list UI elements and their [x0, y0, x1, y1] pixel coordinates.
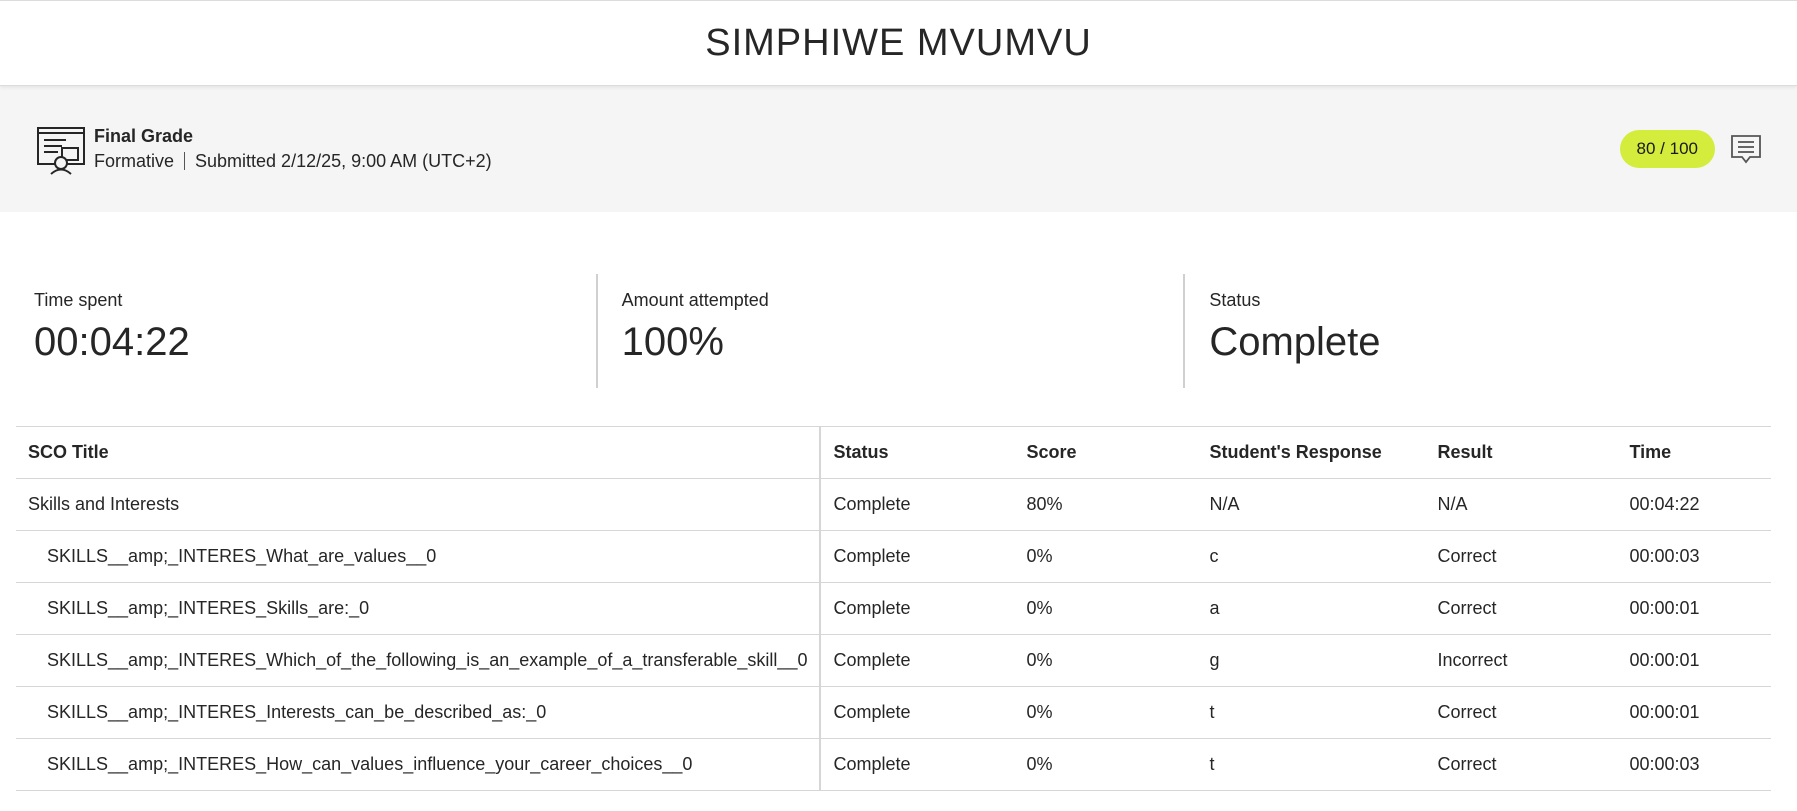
header-status: Status: [820, 426, 1015, 479]
cell-time: 00:00:03: [1617, 738, 1771, 791]
stat-label: Amount attempted: [621, 290, 769, 310]
cell-status: Complete: [820, 738, 1015, 791]
stat-amount-attempted: Amount attempted 100%: [595, 274, 1184, 388]
sco-table: SCO Title Status Score Student's Respons…: [16, 426, 1771, 791]
cell-response: t: [1197, 738, 1426, 791]
grade-subtitle: Formative Submitted 2/12/25, 9:00 AM (UT…: [94, 148, 492, 174]
cell-status: Complete: [820, 530, 1015, 583]
cell-status: Complete: [820, 582, 1015, 635]
header-result: Result: [1425, 426, 1618, 479]
cell-result: Incorrect: [1425, 634, 1618, 687]
table-row: SKILLS__amp;_INTERES_Interests_can_be_de…: [16, 686, 1771, 739]
grade-title: Final Grade: [94, 126, 194, 146]
cell-result: Correct: [1425, 738, 1618, 791]
cell-title: SKILLS__amp;_INTERES_Skills_are:_0: [16, 582, 822, 635]
cell-result: Correct: [1425, 530, 1618, 583]
stat-value: 00:04:22: [34, 320, 190, 364]
table-row: SKILLS__amp;_INTERES_Which_of_the_follow…: [16, 634, 1771, 687]
grade-actions: 80 / 100: [1619, 130, 1763, 168]
cell-result: N/A: [1425, 478, 1618, 531]
cell-title: SKILLS__amp;_INTERES_Which_of_the_follow…: [16, 634, 822, 687]
cell-title: Skills and Interests: [16, 478, 822, 531]
divider: [184, 152, 186, 170]
cell-result: Correct: [1425, 582, 1618, 635]
cell-score: 0%: [1014, 582, 1198, 635]
cell-score: 0%: [1014, 686, 1198, 739]
cell-result: Correct: [1425, 686, 1618, 739]
header-time: Time: [1617, 426, 1771, 479]
grade-info: Final Grade Formative Submitted 2/12/25,…: [94, 124, 492, 174]
header-response: Student's Response: [1197, 426, 1426, 479]
table-row: SKILLS__amp;_INTERES_How_can_values_infl…: [16, 738, 1771, 791]
stat-time-spent: Time spent 00:04:22: [16, 274, 596, 388]
cell-response: t: [1197, 686, 1426, 739]
cell-title: SKILLS__amp;_INTERES_Interests_can_be_de…: [16, 686, 822, 739]
cell-time: 00:00:01: [1617, 634, 1771, 687]
page-header: SIMPHIWE MVUMVU: [0, 0, 1797, 86]
cell-response: g: [1197, 634, 1426, 687]
cell-time: 00:00:03: [1617, 530, 1771, 583]
cell-title: SKILLS__amp;_INTERES_What_are_values__0: [16, 530, 822, 583]
stat-status: Status Complete: [1183, 274, 1771, 388]
cell-title: SKILLS__amp;_INTERES_How_can_values_infl…: [16, 738, 822, 791]
student-name: SIMPHIWE MVUMVU: [705, 21, 1092, 64]
submitted-date: Submitted 2/12/25, 9:00 AM (UTC+2): [195, 151, 492, 171]
cell-status: Complete: [820, 634, 1015, 687]
cell-score: 0%: [1014, 738, 1198, 791]
cell-time: 00:00:01: [1617, 686, 1771, 739]
cell-status: Complete: [820, 686, 1015, 739]
table-row: SKILLS__amp;_INTERES_What_are_values__0 …: [16, 530, 1771, 583]
cell-response: c: [1197, 530, 1426, 583]
stat-label: Status: [1209, 290, 1261, 310]
cell-response: a: [1197, 582, 1426, 635]
sco-table-container: SCO Title Status Score Student's Respons…: [16, 426, 1771, 791]
presentation-icon: [37, 127, 85, 175]
header-score: Score: [1014, 426, 1198, 479]
cell-time: 00:00:01: [1617, 582, 1771, 635]
header-sco-title: SCO Title: [16, 426, 822, 479]
grade-type: Formative: [94, 151, 175, 171]
grade-score-badge: 80 / 100: [1619, 130, 1715, 168]
comment-icon[interactable]: [1729, 132, 1763, 166]
summary-stats: Time spent 00:04:22 Amount attempted 100…: [16, 274, 1771, 388]
cell-status: Complete: [820, 478, 1015, 531]
cell-time: 00:04:22: [1617, 478, 1771, 531]
cell-score: 0%: [1014, 530, 1198, 583]
table-row: Skills and Interests Complete 80% N/A N/…: [16, 478, 1771, 531]
cell-score: 0%: [1014, 634, 1198, 687]
cell-response: N/A: [1197, 478, 1426, 531]
table-header-row: SCO Title Status Score Student's Respons…: [16, 426, 1771, 479]
stat-value: Complete: [1209, 320, 1381, 364]
cell-score: 80%: [1014, 478, 1198, 531]
stat-value: 100%: [621, 320, 724, 364]
final-grade-bar: Final Grade Formative Submitted 2/12/25,…: [0, 86, 1797, 212]
stat-label: Time spent: [34, 290, 123, 310]
table-row: SKILLS__amp;_INTERES_Skills_are:_0 Compl…: [16, 582, 1771, 635]
